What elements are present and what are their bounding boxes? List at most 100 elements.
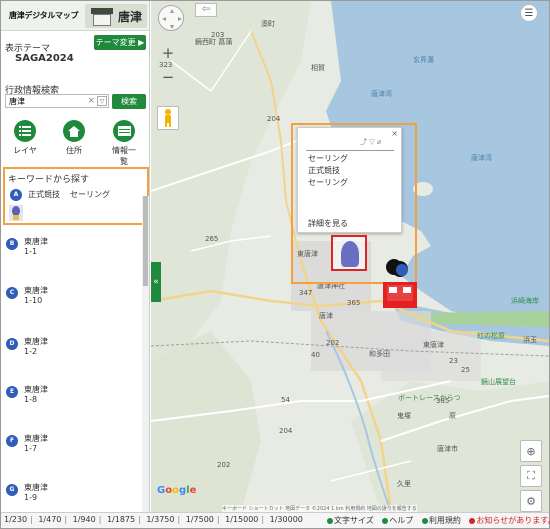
selected-marker[interactable] (331, 235, 367, 271)
map-label: 玄界灘 (413, 56, 434, 64)
road-number: 23 (449, 357, 458, 365)
list-item[interactable]: E 東唐津 1-8 (4, 384, 124, 410)
list-item[interactable]: B 東唐津 1-1 (4, 236, 124, 262)
marker-badge: E (6, 386, 18, 398)
zoom-out-button[interactable]: − (160, 70, 176, 86)
result-number: 1-10 (24, 296, 43, 305)
keyword-result-item[interactable]: A 正式競技 セーリング (8, 187, 146, 221)
popup-divider (306, 150, 394, 151)
address-tool-button[interactable]: 住所 (59, 120, 89, 156)
bullet-icon (327, 517, 333, 524)
sidebar: 唐津デジタルマップ 唐津 表示テーマ テーマ変更 ▶ SAGA2024 行政情報… (1, 1, 150, 512)
scale-option[interactable]: 1/230 (4, 515, 27, 524)
map-label: 湊町 (261, 20, 275, 28)
info-list-tool-label: 情報一覧 (112, 146, 136, 166)
result-number: 1-7 (24, 444, 38, 453)
terms-link[interactable]: 利用規約 (421, 516, 461, 525)
close-icon[interactable]: × (391, 129, 398, 138)
list-item[interactable]: D 東唐津 1-2 (4, 336, 124, 362)
scale-option[interactable]: 1/470 (38, 515, 61, 524)
map-label: 唐津湾 (471, 154, 492, 162)
result-number: 1-2 (24, 347, 38, 356)
marker-cluster-icon[interactable] (386, 257, 414, 277)
result-number: 1-9 (24, 493, 38, 502)
theme-name: SAGA2024 (15, 53, 74, 64)
mascot-marker-icon (341, 241, 359, 267)
map-label: 浜玉 (523, 336, 537, 344)
popup-text: セーリング (308, 178, 348, 187)
keyword-search-title: キーワードから探す (8, 175, 90, 185)
text-size-link[interactable]: 文字サイズ (327, 516, 374, 525)
popup-text: 正式競技 (308, 166, 340, 175)
app-title: 唐津デジタルマップ (9, 11, 79, 20)
popup-tools-icon[interactable]: ⤴ ▽ ⌀ (360, 137, 381, 147)
list-item[interactable]: G 東唐津 1-9 (4, 482, 124, 508)
marker-badge: C (6, 287, 18, 299)
settings-gear-icon[interactable]: ⚙ (520, 490, 542, 512)
road-number: 204 (279, 427, 293, 435)
scale-option[interactable]: 1/1875 (107, 515, 135, 524)
list-icon (14, 120, 36, 142)
city-logo-text: 唐津 (117, 10, 142, 24)
admin-search-box: × ▽ (5, 94, 109, 108)
keyword-search-panel: キーワードから探す A 正式競技 セーリング (3, 167, 149, 225)
result-name: 東唐津 (24, 385, 48, 394)
road-number: 25 (461, 366, 470, 374)
scrollbar-thumb[interactable] (143, 196, 148, 286)
map-label: 唐津市 (437, 445, 458, 453)
road-number: 202 (217, 461, 231, 469)
result-name: 東唐津 (24, 483, 48, 492)
info-popup: × ⤴ ▽ ⌀ セーリング 正式競技 セーリング 詳細を見る (297, 127, 402, 233)
map-label: 浜崎海岸 (511, 297, 539, 305)
zoom-in-button[interactable]: + (160, 46, 176, 62)
layer-tool-button[interactable]: レイヤ (10, 120, 40, 156)
popup-text: セーリング (308, 154, 348, 163)
scale-option[interactable]: 1/15000 (225, 515, 258, 524)
locate-icon[interactable]: ⊕ (520, 440, 542, 462)
result-name: 東唐津 (24, 237, 48, 246)
sidebar-scrollbar[interactable] (142, 196, 149, 512)
scale-option[interactable]: 1/3750 (146, 515, 174, 524)
detail-link[interactable]: 詳細を見る (308, 218, 348, 229)
scale-option[interactable]: 1/940 (73, 515, 96, 524)
bullet-icon (382, 517, 389, 524)
back-arrow-icon[interactable]: ⇦ (195, 3, 217, 17)
theme-change-button[interactable]: テーマ変更 ▶ (94, 35, 146, 50)
result-number: 1-8 (24, 395, 38, 404)
mascot-thumbnail-icon (9, 205, 23, 221)
search-button[interactable]: 検索 (112, 94, 146, 109)
road-number: 203 (211, 31, 225, 39)
street-view-pegman-icon[interactable] (157, 106, 179, 130)
list-item[interactable]: F 東唐津 1-7 (4, 433, 124, 459)
marker-badge: A (10, 189, 22, 201)
menu-icon[interactable]: ☰ (520, 4, 538, 22)
sidebar-collapse-button[interactable]: « (151, 262, 161, 302)
admin-search-input[interactable] (6, 95, 84, 107)
highlighted-area-marker[interactable] (383, 282, 417, 308)
google-logo: Google (157, 485, 197, 496)
pan-control[interactable] (158, 5, 184, 31)
road-number: 385 (436, 397, 450, 405)
app-header: 唐津デジタルマップ 唐津 (1, 1, 149, 31)
info-list-tool-button[interactable]: 情報一覧 (109, 120, 139, 167)
fullscreen-icon[interactable]: ⛶ (520, 465, 542, 487)
clear-icon[interactable]: × (87, 95, 95, 107)
map-label: 相賀 (311, 64, 325, 72)
footer-links: 文字サイズ ヘルプ 利用規約 お知らせがあります。 (327, 515, 550, 526)
scale-option[interactable]: 1/30000 (270, 515, 303, 524)
address-tool-label: 住所 (66, 146, 82, 155)
dropdown-icon[interactable]: ▽ (97, 96, 107, 106)
road-number: 202 (326, 339, 340, 347)
scale-option[interactable]: 1/7500 (186, 515, 214, 524)
list-item[interactable]: C 東唐津 1-10 (4, 285, 124, 311)
table-icon (113, 120, 135, 142)
result-number: 1-1 (24, 247, 38, 256)
road-number: 40 (311, 351, 320, 359)
layer-tool-label: レイヤ (13, 146, 37, 155)
notice-link[interactable]: お知らせがあります。 (469, 516, 550, 525)
road-number: 204 (267, 115, 281, 123)
keyword-tag: セーリング (70, 190, 110, 199)
scale-selector: 1/230 | 1/470 | 1/940 | 1/1875 | 1/3750 | 1/7… (4, 515, 303, 524)
help-link[interactable]: ヘルプ (382, 516, 413, 525)
road-number: 54 (281, 396, 290, 404)
